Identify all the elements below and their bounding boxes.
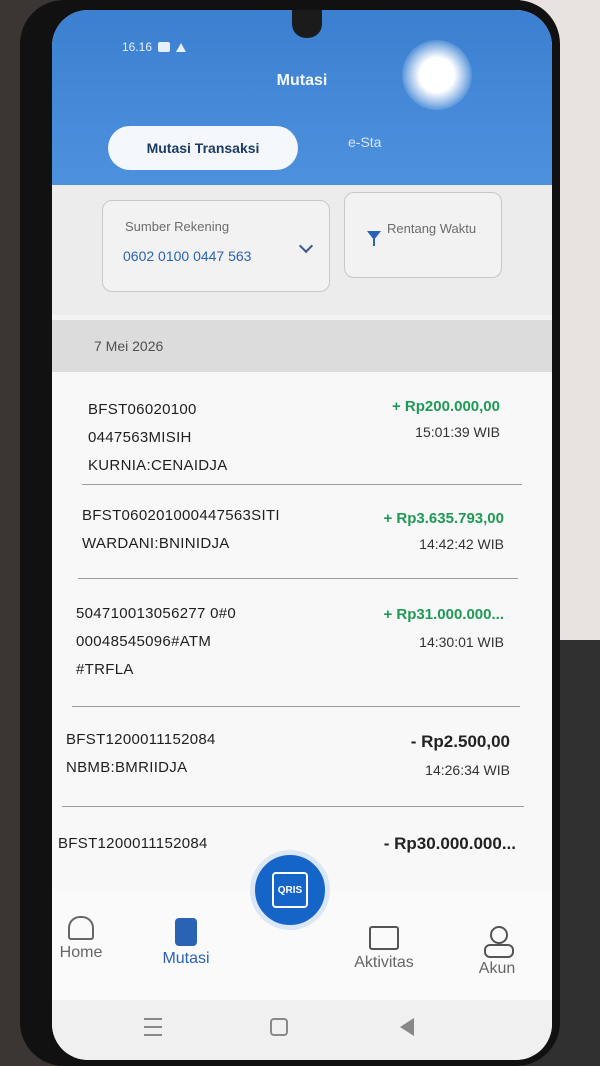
mail-icon — [369, 926, 399, 950]
home-icon — [68, 916, 94, 940]
chevron-down-icon — [298, 238, 314, 254]
status-time: 16.16 — [122, 40, 153, 54]
source-account-value: 0602 0100 0447 563 — [123, 248, 252, 264]
camera-notch — [292, 10, 322, 38]
nav-akun-label: Akun — [478, 960, 516, 977]
nav-aktivitas[interactable]: Aktivitas — [344, 926, 424, 972]
date-range-label: Rentang Waktu — [387, 221, 477, 236]
app-header: 16.16 Mutasi Mutasi Transaksi e-Sta — [52, 10, 552, 185]
nav-home-label: Home — [59, 944, 103, 961]
transaction-amount: + Rp3.635.793,00 — [383, 510, 504, 527]
nav-mutasi[interactable]: Mutasi — [156, 918, 216, 968]
nav-aktivitas-label: Aktivitas — [354, 954, 414, 971]
transaction-amount: + Rp31.000.000... — [383, 606, 505, 623]
nav-home[interactable]: Home — [56, 916, 106, 962]
mutasi-icon — [175, 918, 197, 946]
light-glare — [402, 40, 472, 110]
row-divider — [72, 706, 520, 707]
row-divider — [82, 484, 522, 485]
recent-apps-icon[interactable] — [144, 1018, 162, 1036]
user-icon — [482, 926, 514, 958]
transaction-row[interactable]: BFST060201000447563SITI WARDANI:BNINIDJA… — [52, 496, 552, 576]
nav-mutasi-label: Mutasi — [162, 950, 210, 967]
system-navigation-bar — [52, 1000, 552, 1060]
system-back-icon[interactable] — [400, 1018, 414, 1036]
qris-icon: QRIS — [272, 872, 308, 908]
status-bar: 16.16 — [122, 40, 187, 54]
transaction-time: 15:01:39 WIB — [415, 424, 500, 440]
screen: 16.16 Mutasi Mutasi Transaksi e-Sta Sumb… — [52, 10, 552, 1060]
source-account-select[interactable]: Sumber Rekening 0602 0100 0447 563 — [102, 200, 330, 292]
date-group-label: 7 Mei 2026 — [94, 338, 164, 354]
system-home-icon[interactable] — [270, 1018, 288, 1036]
row-divider — [62, 806, 524, 807]
source-account-label: Sumber Rekening — [125, 219, 230, 234]
filter-icon — [367, 231, 381, 246]
transaction-amount: - Rp2.500,00 — [410, 732, 510, 751]
nav-akun[interactable]: Akun — [472, 926, 522, 978]
transaction-row[interactable]: 504710013056277 0#0 00048545096#ATM #TRF… — [52, 596, 552, 696]
transaction-row[interactable]: BFST06020100 0447563MISIH KURNIA:CENAIDJ… — [52, 386, 552, 486]
phone-frame: 16.16 Mutasi Mutasi Transaksi e-Sta Sumb… — [20, 0, 560, 1066]
transaction-amount: - Rp30.000.000... — [383, 834, 516, 853]
transaction-description: BFST06020100 0447563MISIH KURNIA:CENAIDJ… — [88, 401, 228, 474]
tab-e-statement[interactable]: e-Sta — [348, 134, 381, 150]
transaction-time: 14:30:01 WIB — [419, 634, 504, 650]
transaction-amount: + Rp200.000,00 — [392, 398, 500, 415]
transaction-row[interactable]: BFST1200011152084 NBMB:BMRIIDJA - Rp2.50… — [52, 720, 552, 800]
transaction-description: BFST1200011152084 NBMB:BMRIIDJA — [66, 731, 216, 776]
date-range-filter[interactable]: Rentang Waktu — [344, 192, 502, 278]
row-divider — [78, 578, 518, 579]
transaction-time: 14:26:34 WIB — [425, 762, 510, 778]
tab-mutasi-transaksi[interactable]: Mutasi Transaksi — [108, 126, 298, 170]
notification-icon — [158, 42, 171, 52]
transaction-description: BFST060201000447563SITI WARDANI:BNINIDJA — [82, 507, 280, 552]
qris-label: QRIS — [277, 884, 303, 896]
transaction-list: BFST06020100 0447563MISIH KURNIA:CENAIDJ… — [52, 372, 552, 892]
transaction-time: 14:42:42 WIB — [419, 536, 504, 552]
transaction-description: 504710013056277 0#0 00048545096#ATM #TRF… — [76, 605, 237, 678]
qris-button[interactable]: QRIS — [250, 850, 330, 930]
date-group-header: 7 Mei 2026 — [52, 320, 552, 372]
page-title: Mutasi — [276, 72, 328, 89]
alert-icon — [176, 42, 187, 52]
